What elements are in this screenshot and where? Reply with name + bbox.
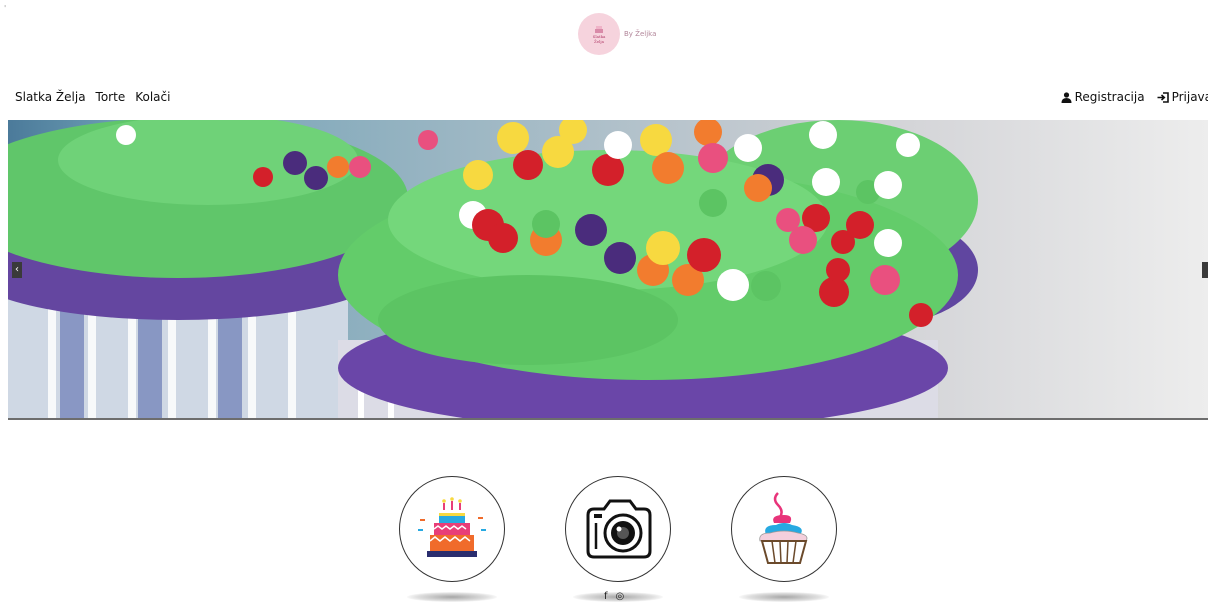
category-kolaci-circle[interactable] — [731, 476, 837, 582]
cupcakes-photo — [8, 120, 978, 418]
register-link[interactable]: Registracija — [1061, 90, 1145, 104]
corner-mark: ' — [4, 4, 7, 13]
category-gallery-circle[interactable] — [565, 476, 671, 582]
site-logo[interactable]: Slatka Želja By Željka — [578, 13, 656, 55]
category-torte-shadow — [407, 592, 497, 602]
login-link[interactable]: Prijava — [1157, 90, 1208, 104]
logo-line-2: Želja — [593, 38, 605, 44]
logo-cake-icon — [595, 25, 603, 33]
register-label: Registracija — [1074, 90, 1145, 104]
hero-carousel[interactable]: ‹ — [8, 120, 1208, 420]
cake-icon — [418, 497, 486, 557]
user-icon — [1061, 91, 1072, 103]
cupcake-icon — [759, 492, 808, 564]
nav-item-kolaci[interactable]: Kolači — [135, 90, 170, 104]
nav-brand[interactable]: Slatka Želja — [15, 90, 86, 104]
account-nav: Registracija Prijava — [1061, 90, 1208, 104]
category-torte[interactable] — [399, 476, 505, 602]
login-icon — [1157, 91, 1169, 103]
carousel-next-button[interactable] — [1202, 262, 1208, 278]
nav-item-torte[interactable]: Torte — [96, 90, 126, 104]
logo-badge: Slatka Želja — [578, 13, 620, 55]
login-label: Prijava — [1171, 90, 1208, 104]
social-links: f ◎ — [604, 591, 624, 602]
camera-icon — [586, 499, 652, 559]
instagram-icon[interactable]: ◎ — [616, 591, 625, 602]
main-nav: Slatka Želja Torte Kolači — [15, 90, 170, 104]
carousel-prev-button[interactable]: ‹ — [12, 262, 22, 278]
facebook-icon[interactable]: f — [604, 591, 608, 602]
category-gallery[interactable] — [565, 476, 671, 602]
category-torte-circle[interactable] — [399, 476, 505, 582]
category-kolaci-shadow — [739, 592, 829, 602]
category-kolaci[interactable] — [731, 476, 837, 602]
logo-tagline: By Željka — [624, 30, 657, 38]
